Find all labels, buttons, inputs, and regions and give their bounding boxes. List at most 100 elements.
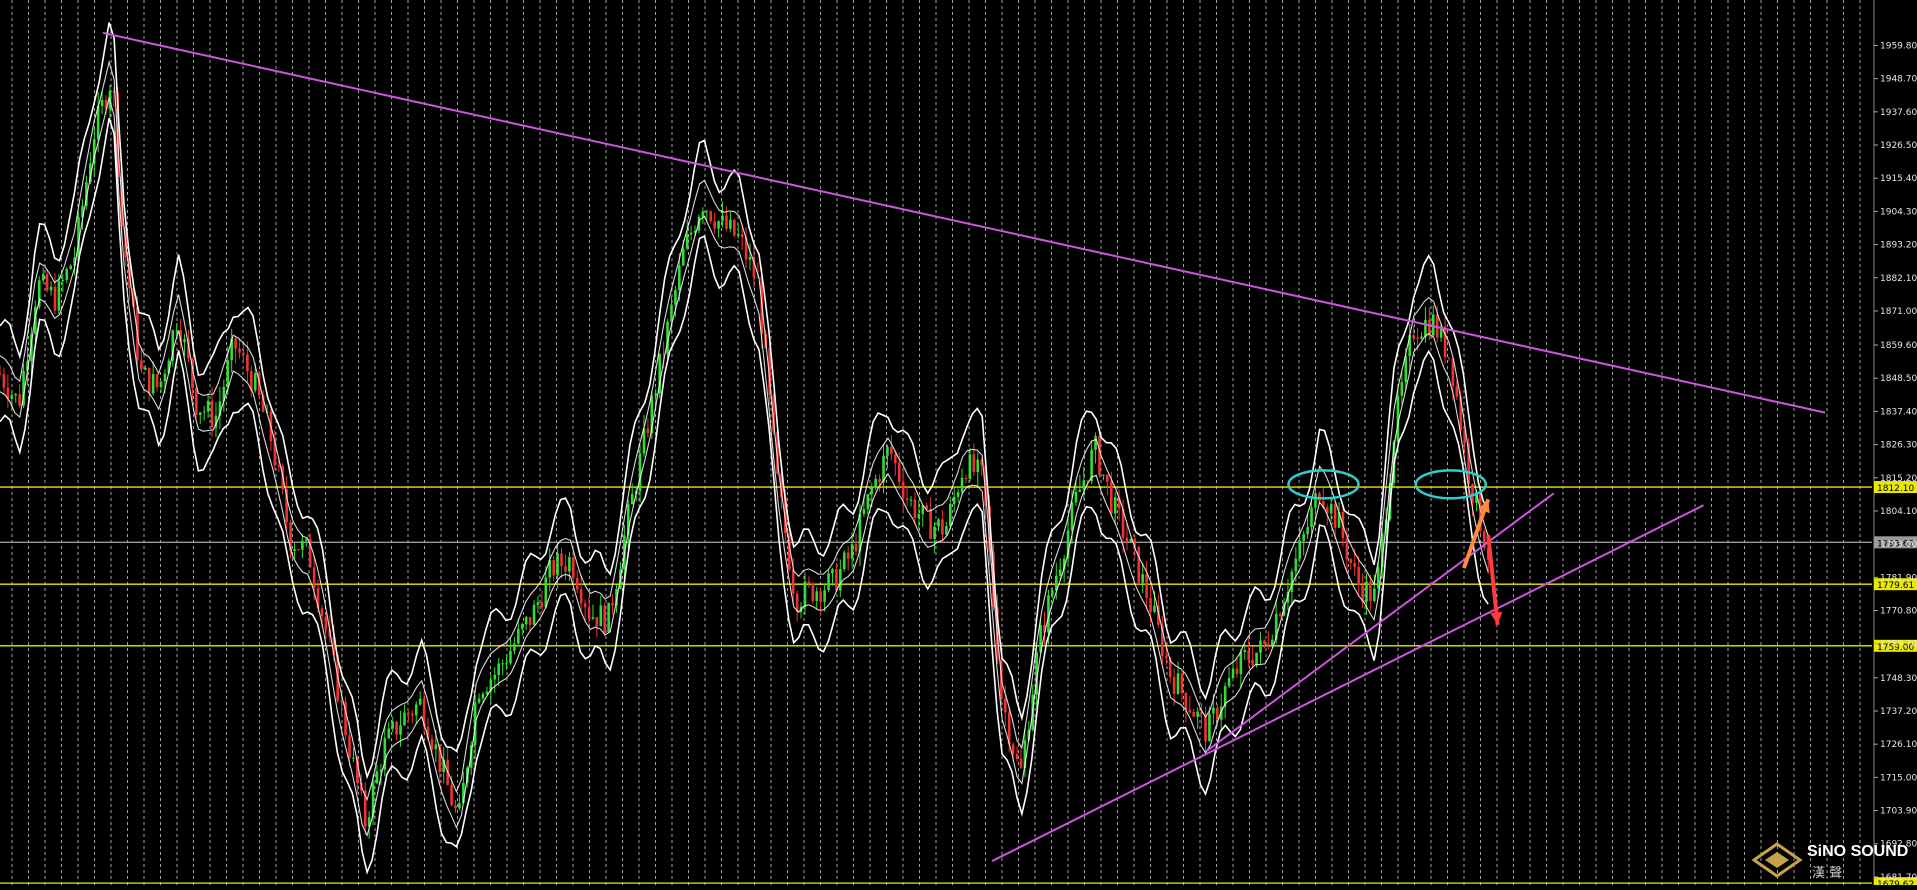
candle-body (143, 367, 147, 370)
candle-body (941, 519, 944, 535)
candle-body (595, 617, 599, 627)
candle-body (933, 526, 936, 539)
candle-body (1369, 581, 1372, 602)
candle-body (1015, 754, 1019, 759)
candle-body (14, 394, 18, 396)
candle-body (572, 557, 575, 579)
candle-body (45, 274, 49, 291)
candle-body (395, 721, 398, 735)
candle-body (791, 569, 795, 594)
candle-body (277, 465, 281, 467)
y-tick-label: 1915.40 (1880, 174, 1917, 184)
candle-body (497, 663, 500, 675)
candle-body (827, 573, 830, 591)
candle-body (583, 603, 587, 608)
candle-body (493, 674, 497, 680)
candle-body (917, 514, 921, 519)
candle-body (53, 286, 57, 311)
candle-body (1003, 698, 1007, 713)
candle-body (964, 477, 968, 480)
logo-title: SiNO SOUND (1807, 843, 1908, 860)
candle-body (524, 616, 528, 625)
candle-body (391, 721, 394, 729)
candle-body (198, 412, 202, 416)
candle-body (1019, 758, 1023, 768)
candle-body (842, 552, 846, 570)
candle-body (611, 602, 614, 606)
candle-body (913, 499, 917, 519)
candle-body (874, 478, 877, 488)
candle-body (929, 509, 932, 539)
y-tick-label: 1770.80 (1880, 607, 1917, 617)
candle-body (49, 286, 53, 291)
candle-body (1400, 382, 1404, 396)
candle-body (454, 805, 457, 809)
candle-body (717, 221, 720, 229)
candle-body (10, 395, 14, 399)
candle-body (870, 487, 874, 495)
trendline-descending-resistance (102, 31, 1826, 414)
candle-body (1431, 314, 1435, 336)
y-tick-label: 1793.00 (1880, 540, 1917, 550)
y-tick-label: 1715.00 (1880, 773, 1917, 783)
candle-body (1109, 481, 1113, 514)
candle-body (729, 219, 732, 229)
price-axis: 1812.101793.621779.611759.001679.621959.… (1873, 0, 1917, 890)
candle-body (1106, 474, 1109, 482)
candle-body (501, 663, 504, 665)
candle-body (807, 581, 811, 584)
y-tick-label: 1748.30 (1880, 674, 1917, 684)
candle-body (140, 360, 143, 370)
candle-body (1176, 673, 1180, 694)
candle-body (897, 463, 901, 482)
y-tick-label: 1681.70 (1880, 873, 1917, 883)
y-tick-label: 1937.60 (1880, 108, 1917, 118)
candle-body (823, 590, 826, 602)
candle-body (568, 557, 571, 572)
bands (0, 22, 1489, 875)
candle-body (1251, 659, 1254, 666)
candle-body (411, 713, 414, 716)
candle-body (246, 354, 249, 372)
candle-body (976, 459, 980, 472)
candle-body (509, 650, 512, 664)
chart-canvas[interactable]: 1812.101793.621779.611759.001679.621959.… (0, 0, 1917, 890)
candle-body (890, 446, 893, 455)
candle-body (387, 728, 391, 739)
candle-body (206, 400, 210, 412)
inner-upper-band (0, 59, 1489, 802)
candle-body (866, 494, 870, 510)
candle-body (1255, 652, 1258, 666)
candle-body (1310, 507, 1313, 528)
candle-body (175, 330, 179, 332)
price-label: 1812.10 (1877, 484, 1914, 494)
candle-body (528, 616, 532, 625)
candle-body (238, 348, 241, 353)
candle-body (477, 698, 481, 703)
candle-body (375, 771, 379, 783)
candle-body (520, 624, 524, 629)
candle-body (293, 549, 296, 551)
candle-body (1298, 540, 1302, 559)
candle-body (894, 454, 897, 464)
candle-body (587, 607, 591, 619)
candle-body (945, 526, 948, 535)
trendlines[interactable] (102, 31, 1826, 862)
candle-body (403, 712, 406, 726)
candle-body (1078, 489, 1082, 492)
candle-body (1278, 613, 1282, 616)
candle-body (183, 338, 186, 343)
candle-body (1070, 502, 1074, 531)
trading-chart[interactable]: 1812.101793.621779.611759.001679.621959.… (0, 0, 1917, 890)
candle-body (901, 481, 905, 499)
candle-body (1349, 559, 1353, 564)
y-tick-label: 1815.20 (1880, 474, 1917, 484)
candle-body (226, 360, 230, 387)
candle-body (61, 279, 65, 281)
candle-body (831, 569, 834, 574)
candle-body (2, 374, 6, 388)
candle-body (740, 234, 744, 238)
candle-body (434, 744, 438, 750)
candle-body (850, 544, 854, 559)
candle-body (320, 608, 324, 617)
